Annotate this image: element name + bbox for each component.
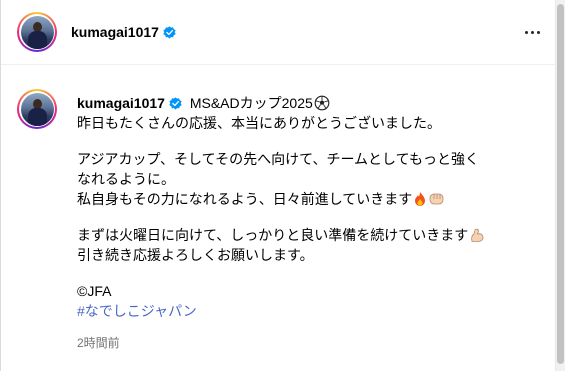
instagram-post-view: kumagai1017 kumagai1017 MS&ADカップ2025 昨日も…	[0, 0, 565, 371]
hashtag-link[interactable]: #なでしこジャパン	[77, 301, 537, 321]
caption-username[interactable]: kumagai1017	[77, 95, 165, 111]
post-timestamp[interactable]: 2時間前	[77, 333, 537, 353]
caption-line-4: 私自身もその力になれるよう、日々前進していきます	[77, 191, 413, 207]
post-caption-section: kumagai1017 MS&ADカップ2025 昨日もたくさんの応援、本当にあ…	[1, 65, 556, 371]
header-username[interactable]: kumagai1017	[71, 24, 159, 40]
more-options-button[interactable]	[522, 22, 542, 42]
avatar-border	[19, 14, 55, 50]
caption-title: MS&ADカップ2025	[189, 95, 313, 111]
fist-icon	[428, 191, 445, 212]
caption-line-5: まずは火曜日に向けて、しっかりと良い準備を続けていきます	[77, 227, 469, 243]
header-avatar[interactable]	[17, 12, 57, 52]
more-horizontal-icon	[524, 30, 528, 34]
verified-badge-icon	[169, 97, 182, 110]
verified-badge-icon	[163, 25, 176, 39]
post-header: kumagai1017	[1, 0, 556, 65]
flexed-biceps-icon	[469, 227, 485, 248]
caption-line-5-wrap: まずは火曜日に向けて、しっかりと良い準備を続けていきます	[77, 225, 537, 245]
fire-icon	[413, 191, 427, 212]
caption-avatar[interactable]	[17, 89, 57, 129]
scrollbar-thumb[interactable]	[557, 4, 564, 364]
caption-line-6: 引き続き応援よろしくお願いします。	[77, 247, 314, 263]
caption-line-4-wrap: 私自身もその力になれるよう、日々前進していきます	[77, 189, 537, 209]
caption-line-1: 昨日もたくさんの応援、本当にありがとうございました。	[77, 115, 441, 131]
avatar-photo	[20, 15, 54, 49]
caption-line-2: アジアカップ、そしてその先へ向けて、チームとしてもっと強く	[77, 151, 479, 167]
photo-credit: ©JFA	[77, 283, 112, 299]
caption-title-line: kumagai1017 MS&ADカップ2025	[77, 93, 537, 113]
scrollbar[interactable]	[555, 0, 565, 371]
caption: kumagai1017 MS&ADカップ2025 昨日もたくさんの応援、本当にあ…	[77, 93, 537, 353]
avatar-photo	[20, 92, 54, 126]
caption-line-3: なれるように。	[77, 171, 175, 187]
